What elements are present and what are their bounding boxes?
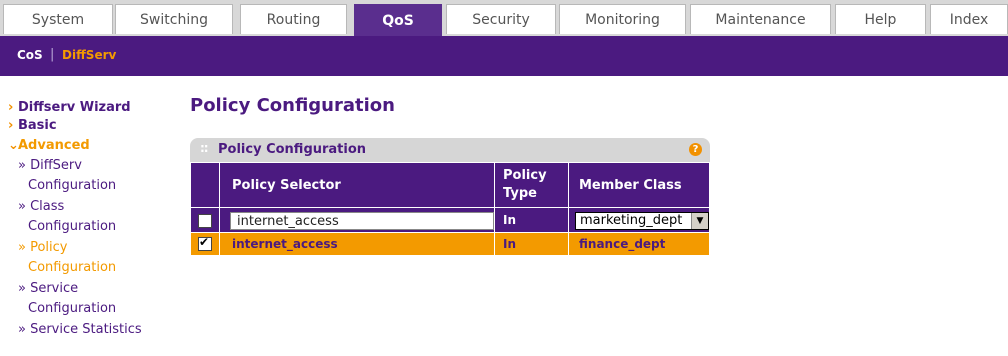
policy-table: Policy Selector Policy Type Member Class… bbox=[189, 162, 710, 256]
sidebar-item-label: Basic bbox=[18, 118, 57, 133]
sidebar-item-label: Configuration bbox=[28, 260, 117, 275]
subnav-cos[interactable]: CoS bbox=[17, 48, 43, 62]
chevron-right-icon: › bbox=[8, 100, 14, 115]
tab-system[interactable]: System bbox=[3, 4, 113, 34]
page-title: Policy Configuration bbox=[190, 95, 395, 116]
subnav-separator: | bbox=[50, 47, 55, 62]
sidebar-item-diffserv-configuration[interactable]: » DiffServ Configuration bbox=[18, 156, 116, 196]
member-class-selected: marketing_dept bbox=[580, 212, 683, 228]
row-select-cell bbox=[189, 232, 221, 256]
tab-routing[interactable]: Routing bbox=[240, 4, 347, 34]
entry-select-cell bbox=[189, 207, 221, 233]
row-member-class: finance_dept bbox=[568, 232, 710, 256]
sidebar-item-diffserv-wizard[interactable]: › Diffserv Wizard bbox=[8, 100, 131, 115]
sidebar-item-label: » Class bbox=[18, 199, 65, 214]
row-policy-selector: internet_access bbox=[219, 232, 496, 256]
header-policy-type: Policy Type bbox=[494, 162, 569, 208]
top-nav-bar: System Switching Routing QoS Security Mo… bbox=[0, 0, 1008, 37]
header-select-column bbox=[189, 162, 221, 208]
entry-type-cell: In bbox=[494, 207, 569, 233]
sidebar-item-label: Configuration bbox=[28, 178, 117, 193]
row-checkbox[interactable] bbox=[198, 235, 212, 252]
sidebar-item-label: Configuration bbox=[28, 219, 117, 234]
sidebar-item-policy-configuration[interactable]: » Policy Configuration bbox=[18, 238, 116, 278]
member-class-select[interactable]: marketing_dept ▼ bbox=[575, 211, 709, 230]
chevron-down-icon: ⌄ bbox=[8, 138, 19, 153]
entry-member-cell: marketing_dept ▼ bbox=[568, 207, 710, 233]
sidebar-item-label: » Service Statistics bbox=[18, 322, 142, 337]
tab-qos[interactable]: QoS bbox=[354, 4, 442, 36]
entry-name-cell bbox=[219, 207, 496, 233]
tab-monitoring[interactable]: Monitoring bbox=[559, 4, 686, 34]
table-header-row: Policy Selector Policy Type Member Class bbox=[189, 162, 710, 208]
header-policy-selector: Policy Selector bbox=[219, 162, 496, 208]
header-member-class: Member Class bbox=[568, 162, 710, 208]
table-row[interactable]: internet_access In finance_dept bbox=[189, 232, 710, 256]
tab-security[interactable]: Security bbox=[446, 4, 556, 34]
tab-help[interactable]: Help bbox=[835, 4, 926, 34]
policy-selector-input[interactable] bbox=[230, 212, 495, 231]
sidebar-item-label: Advanced bbox=[18, 138, 90, 153]
sidebar-item-label: Diffserv Wizard bbox=[18, 100, 131, 115]
sub-nav-bar: CoS | DiffServ bbox=[0, 36, 1008, 76]
sidebar-item-service-configuration[interactable]: » Service Configuration bbox=[18, 279, 116, 319]
panel-title: Policy Configuration bbox=[218, 142, 367, 157]
sidebar-item-basic[interactable]: › Basic bbox=[8, 118, 57, 133]
sidebar-item-label: » Service bbox=[18, 281, 79, 296]
help-icon[interactable]: ? bbox=[689, 143, 702, 156]
sidebar-item-class-configuration[interactable]: » Class Configuration bbox=[18, 197, 116, 237]
sidebar-item-advanced[interactable]: ⌄Advanced bbox=[8, 138, 90, 153]
sidebar: › Diffserv Wizard › Basic ⌄Advanced » Diff… bbox=[0, 76, 170, 356]
tab-maintenance[interactable]: Maintenance bbox=[690, 4, 831, 34]
header-policy-type-line2: Type bbox=[503, 186, 537, 201]
subnav-diffserv[interactable]: DiffServ bbox=[62, 48, 116, 62]
grip-icon: :: bbox=[200, 141, 209, 155]
policy-configuration-panel: :: Policy Configuration ? Policy Selecto… bbox=[189, 138, 710, 256]
sidebar-item-service-statistics[interactable]: » Service Statistics bbox=[18, 320, 142, 340]
tab-index[interactable]: Index bbox=[930, 4, 1008, 34]
entry-checkbox[interactable] bbox=[198, 214, 212, 228]
row-policy-type: In bbox=[494, 232, 569, 256]
sidebar-item-label: » Policy bbox=[18, 240, 68, 255]
header-policy-type-line1: Policy bbox=[503, 168, 547, 183]
sidebar-item-label: Configuration bbox=[28, 301, 117, 316]
table-entry-row: In marketing_dept ▼ bbox=[189, 207, 710, 233]
chevron-right-icon: › bbox=[8, 118, 14, 133]
sidebar-item-label: » DiffServ bbox=[18, 158, 82, 173]
dropdown-arrow-icon[interactable]: ▼ bbox=[691, 212, 708, 229]
tab-switching[interactable]: Switching bbox=[115, 4, 233, 34]
panel-header: :: Policy Configuration ? bbox=[190, 138, 710, 162]
